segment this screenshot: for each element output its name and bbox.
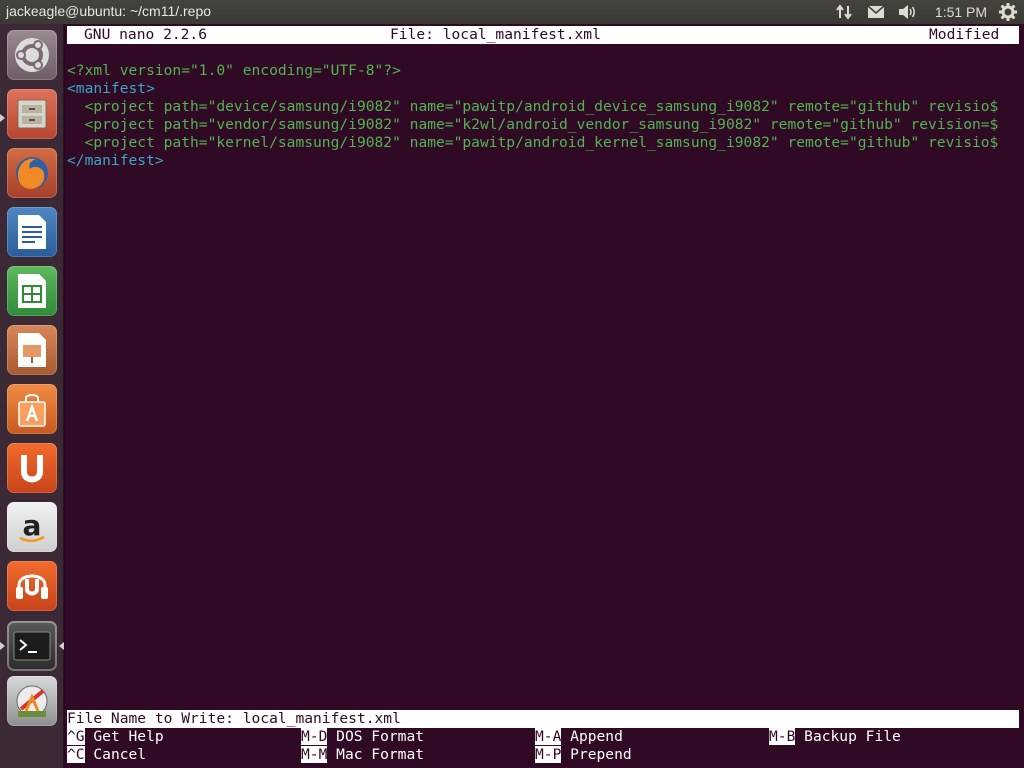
shortcut-key: M-A — [535, 728, 562, 745]
shortcut-label: Get Help — [93, 728, 164, 745]
impress-presentation-icon — [18, 333, 46, 367]
running-indicator — [0, 642, 5, 650]
shortcut-key: M-D — [301, 728, 328, 745]
shortcut-label: Cancel — [93, 746, 147, 763]
editor-line[interactable]: <?xml version="1.0" encoding="UTF-8"?> — [67, 62, 1022, 80]
ubuntu-logo-icon — [15, 38, 49, 72]
launcher-item-terminal[interactable] — [7, 621, 57, 671]
top-panel: jackeagle@ubuntu: ~/cm11/.repo 1:51 PM — [0, 0, 1024, 24]
launcher-item-calc[interactable] — [7, 266, 57, 316]
editor-line[interactable]: </manifest> — [67, 152, 1022, 170]
shortcut-cancel[interactable]: ^C Cancel — [67, 746, 146, 764]
launcher-item-impress[interactable] — [7, 325, 57, 375]
firefox-icon — [16, 157, 48, 189]
shortcut-label: Append — [570, 728, 623, 745]
unity-launcher: a — [0, 24, 64, 768]
shortcut-key: M-B — [769, 728, 796, 745]
amazon-icon: a — [19, 509, 45, 542]
nano-version: GNU nano 2.2.6 — [84, 26, 208, 43]
nano-modified-status: Modified — [929, 26, 1000, 43]
nano-filename: File: local_manifest.xml — [390, 26, 601, 43]
running-indicator — [0, 114, 5, 122]
calc-spreadsheet-icon — [18, 274, 46, 308]
writer-document-icon — [18, 215, 46, 249]
shortcut-prepend[interactable]: M-P Prepend — [535, 746, 632, 764]
shortcut-mac-format[interactable]: M-M Mac Format — [301, 746, 424, 764]
editor-line[interactable]: <project path="device/samsung/i9082" nam… — [67, 98, 1022, 116]
shortcut-label: Backup File — [804, 728, 901, 745]
window-title: jackeagle@ubuntu: ~/cm11/.repo — [6, 3, 212, 19]
shortcut-key: ^G — [67, 728, 85, 745]
svg-text:a: a — [23, 509, 42, 542]
shortcut-label: DOS Format — [336, 728, 425, 745]
launcher-item-firefox[interactable] — [7, 148, 57, 198]
shortcut-key: M-P — [535, 746, 562, 763]
shortcut-key: ^C — [67, 746, 85, 763]
file-cabinet-icon — [17, 99, 47, 129]
update-icon — [16, 685, 48, 717]
launcher-item-updates[interactable] — [7, 676, 57, 726]
shopping-bag-icon — [18, 394, 46, 427]
music-headphones-icon — [16, 574, 48, 599]
terminal-icon — [13, 631, 51, 661]
shortcut-key: M-M — [301, 746, 328, 763]
launcher-item-writer[interactable] — [7, 207, 57, 257]
editor-line[interactable]: <project path="kernel/samsung/i9082" nam… — [67, 134, 1022, 152]
save-filename-prompt[interactable]: File Name to Write: local_manifest.xml — [67, 710, 1019, 728]
active-indicator — [59, 642, 64, 650]
nano-titlebar: GNU nano 2.2.6 File: local_manifest.xml … — [67, 26, 1019, 44]
shortcut-append[interactable]: M-A Append — [535, 728, 623, 746]
editor-line[interactable]: <manifest> — [67, 80, 1022, 98]
ubuntu-one-icon — [21, 455, 43, 483]
launcher-item-dash[interactable] — [7, 30, 57, 80]
editor-line[interactable]: <project path="vendor/samsung/i9082" nam… — [67, 116, 1022, 134]
launcher-item-software-center[interactable] — [7, 384, 57, 434]
shortcut-dos-format[interactable]: M-D DOS Format — [301, 728, 424, 746]
launcher-item-music[interactable] — [7, 561, 57, 611]
shortcut-label: Prepend — [570, 746, 632, 763]
mail-icon[interactable] — [864, 0, 888, 24]
shortcut-label: Mac Format — [336, 746, 425, 763]
terminal-window[interactable]: GNU nano 2.2.6 File: local_manifest.xml … — [65, 24, 1024, 768]
shortcut-backup-file[interactable]: M-B Backup File — [769, 728, 901, 746]
volume-icon[interactable] — [896, 0, 920, 24]
shortcut-get-help[interactable]: ^G Get Help — [67, 728, 164, 746]
system-gear-icon[interactable] — [996, 0, 1020, 24]
launcher-item-files[interactable] — [7, 89, 57, 139]
network-icon[interactable] — [832, 0, 856, 24]
launcher-item-ubuntu-one[interactable] — [7, 443, 57, 493]
launcher-item-amazon[interactable]: a — [7, 502, 57, 552]
clock[interactable]: 1:51 PM — [928, 0, 994, 24]
